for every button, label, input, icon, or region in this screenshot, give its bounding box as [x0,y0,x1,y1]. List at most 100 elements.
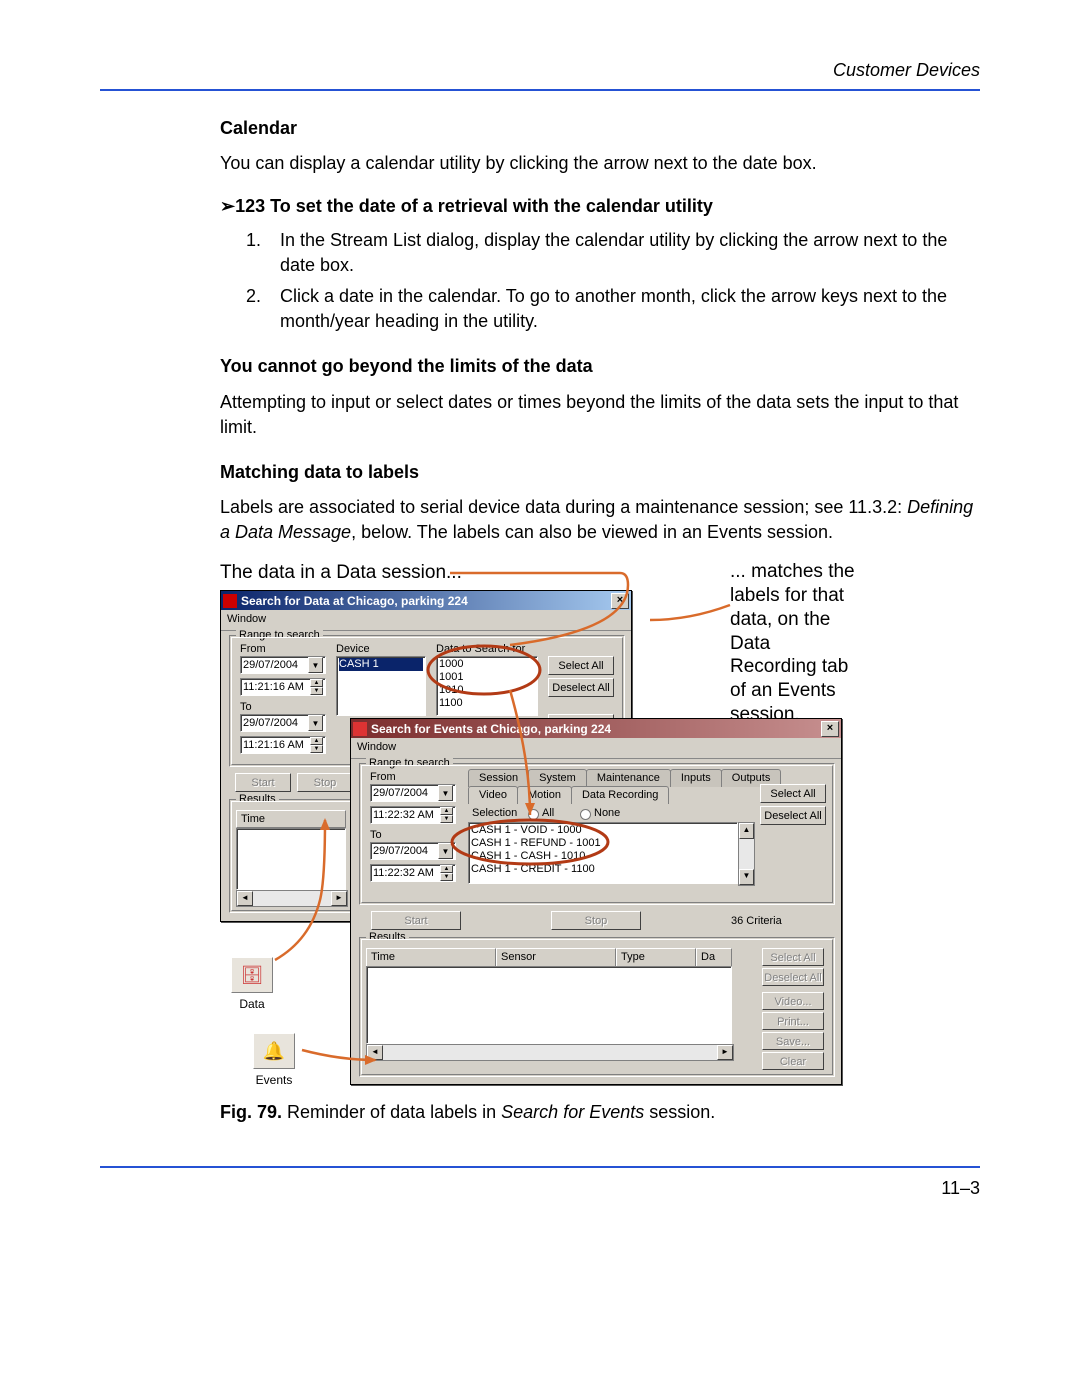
title-text: Search for Events at Chicago, parking 22… [371,721,821,738]
label-selection: Selection [472,806,517,821]
bottom-rule [100,1166,980,1168]
figure-caption: Fig. 79. Reminder of data labels in Sear… [220,1100,980,1125]
list-item[interactable]: 1100 [439,697,535,710]
tabs-row-1: Session System Maintenance Inputs Output… [468,769,780,787]
data-values-list[interactable]: 1000 1001 1010 1100 [436,656,538,716]
results-deselect-all[interactable]: Deselect All [762,968,824,986]
group-results: Results Time Sensor Type Da ◄► Select Al… [359,937,835,1077]
results-select-all[interactable]: Select All [762,948,824,966]
step-number: 1. [246,228,280,278]
titlebar-events[interactable]: Search for Events at Chicago, parking 22… [351,719,841,738]
column-time[interactable]: Time [366,948,496,967]
heading-calendar: Calendar [220,116,980,141]
results-save[interactable]: Save... [762,1032,824,1050]
deselect-all-button[interactable]: Deselect All [760,806,826,825]
scrollbar-vertical[interactable]: ▲▼ [738,822,755,886]
tab-motion[interactable]: Motion [517,786,572,804]
step-text: Click a date in the calendar. To go to a… [280,284,980,334]
close-icon[interactable]: × [611,593,629,609]
step-1: 1. In the Stream List dialog, display th… [246,228,980,278]
annotation-right: ... matches the labels for that data, on… [730,560,860,726]
start-button[interactable]: Start [371,911,461,930]
spinner-icon[interactable]: ▲▼ [310,737,323,753]
scrollbar-horizontal[interactable]: ◄► [366,1044,734,1061]
app-icon [223,594,237,608]
column-type[interactable]: Type [616,948,696,967]
to-date-combo[interactable]: 29/07/2004▼ [370,842,456,860]
tab-session[interactable]: Session [468,769,529,787]
caption-mid: Reminder of data labels in [287,1102,501,1122]
data-tool-button[interactable]: 🗄 Data [226,957,278,1013]
group-range-to-search: Range to search From 29/07/2004▼ 11:22:3… [359,763,835,905]
list-item[interactable]: CASH 1 - CREDIT - 1100 [471,863,735,876]
section-header: Customer Devices [100,60,980,81]
tab-maintenance[interactable]: Maintenance [586,769,671,787]
deselect-all-button[interactable]: Deselect All [548,678,614,697]
chevron-down-icon[interactable]: ▼ [308,715,323,731]
list-item[interactable]: CASH 1 [339,658,423,671]
tab-inputs[interactable]: Inputs [670,769,722,787]
criteria-count: 36 Criteria [731,914,782,929]
tab-data-recording[interactable]: Data Recording [571,786,669,804]
tab-system[interactable]: System [528,769,587,787]
start-button[interactable]: Start [235,773,291,792]
scrollbar-horizontal[interactable]: ◄► [236,890,348,907]
from-date-combo[interactable]: 29/07/2004▼ [370,784,456,802]
results-video[interactable]: Video... [762,992,824,1010]
list-item[interactable]: 1001 [439,671,535,684]
caption-em: Search for Events [501,1102,644,1122]
from-time-spinbox[interactable]: 11:21:16 AM▲▼ [240,678,326,696]
events-tool-button[interactable]: 🔔 Events [248,1033,300,1089]
results-clear[interactable]: Clear [762,1052,824,1070]
stop-button[interactable]: Stop [551,911,641,930]
window-search-events: Search for Events at Chicago, parking 22… [350,718,842,1085]
spinner-icon[interactable]: ▲▼ [440,865,453,881]
events-items-list[interactable]: CASH 1 - VOID - 1000 CASH 1 - REFUND - 1… [468,822,738,884]
column-da[interactable]: Da [696,948,732,967]
chevron-down-icon[interactable]: ▼ [438,843,453,859]
group-label: Results [366,930,409,945]
from-date-combo[interactable]: 29/07/2004▼ [240,656,326,674]
to-date-combo[interactable]: 29/07/2004▼ [240,714,326,732]
chevron-down-icon[interactable]: ▼ [438,785,453,801]
step-text: In the Stream List dialog, display the c… [280,228,980,278]
list-item[interactable]: CASH 1 - CASH - 1010 [471,850,735,863]
stop-button[interactable]: Stop [297,773,353,792]
device-list[interactable]: CASH 1 [336,656,426,716]
matching-para: Labels are associated to serial device d… [220,495,980,545]
figure-79: The data in a Data session... ... matche… [220,560,860,1090]
radio-none[interactable]: None [580,806,620,821]
list-item[interactable]: CASH 1 - REFUND - 1001 [471,837,735,850]
spinner-icon[interactable]: ▲▼ [310,679,323,695]
chevron-down-icon[interactable]: ▼ [308,657,323,673]
column-sensor[interactable]: Sensor [496,948,616,967]
top-rule [100,89,980,91]
list-item[interactable]: 1000 [439,658,535,671]
annotation-top: The data in a Data session... [220,560,462,587]
events-icon: 🔔 [263,1039,285,1064]
from-time-spinbox[interactable]: 11:22:32 AM▲▼ [370,806,456,824]
column-time[interactable]: Time [236,810,346,828]
app-icon [353,722,367,736]
list-item[interactable]: CASH 1 - VOID - 1000 [471,824,735,837]
matching-text-1: Labels are associated to serial device d… [220,497,907,517]
title-text: Search for Data at Chicago, parking 224 [241,593,611,610]
select-all-button[interactable]: Select All [548,656,614,675]
radio-all[interactable]: All [528,806,554,821]
to-time-spinbox[interactable]: 11:22:32 AM▲▼ [370,864,456,882]
page-number: 11–3 [100,1178,980,1199]
select-all-button[interactable]: Select All [760,784,826,803]
to-time-spinbox[interactable]: 11:21:16 AM▲▼ [240,736,326,754]
results-list[interactable] [366,966,732,1044]
matching-text-2: , below. The labels can also be viewed i… [351,522,833,542]
results-print[interactable]: Print... [762,1012,824,1030]
data-icon: 🗄 [241,963,264,988]
titlebar-data[interactable]: Search for Data at Chicago, parking 224 … [221,591,631,610]
spinner-icon[interactable]: ▲▼ [440,807,453,823]
results-list[interactable] [236,828,346,890]
tab-video[interactable]: Video [468,786,518,804]
list-item[interactable]: 1010 [439,684,535,697]
close-icon[interactable]: × [821,721,839,737]
calendar-intro: You can display a calendar utility by cl… [220,151,980,176]
group-label: Results [236,792,279,807]
